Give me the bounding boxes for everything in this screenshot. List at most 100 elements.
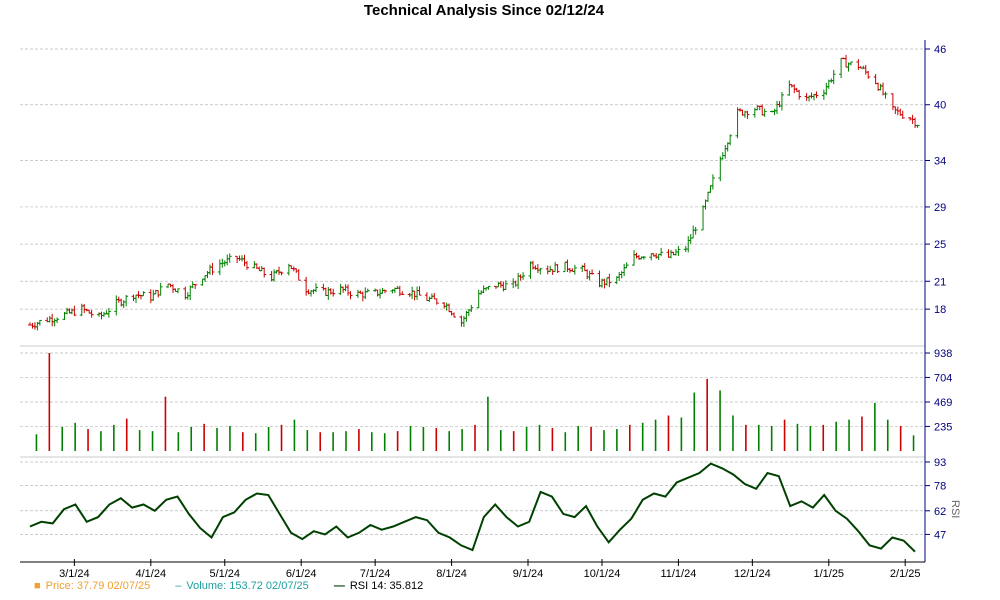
price-bar-95 [355,289,360,298]
price-bar-114 [417,286,422,296]
price-bar-227 [809,92,814,99]
price-bar-139 [503,280,508,290]
price-bar-90 [338,283,343,295]
price-bar-53 [207,264,212,275]
price-bar-47 [188,285,193,301]
price-bar-101 [375,289,380,297]
price-bar-144 [521,272,526,280]
x-tick-label-9: 12/1/24 [734,568,771,580]
price-bar-19 [89,309,94,318]
x-tick-label-3: 6/1/24 [286,568,317,580]
price-bar-183 [656,253,661,260]
price-bar-44 [175,288,180,294]
legend-volume-swatch: – [175,580,182,592]
price-bar-32 [136,291,141,299]
price-bar-155 [562,261,567,273]
price-bar-199 [710,174,715,190]
price-bar-16 [82,304,87,313]
price-bar-99 [365,288,370,293]
x-tick-label-0: 3/1/24 [59,568,90,580]
price-bar-235 [839,57,844,79]
price-bar-55 [217,259,222,276]
price-tick-label-6: 46 [934,44,946,56]
price-bar-25 [114,295,119,316]
price-bar-247 [878,83,883,91]
price-bar-258 [915,124,920,128]
price-bar-122 [447,303,452,313]
price-bar-98 [363,287,368,300]
price-bar-20 [97,312,102,317]
x-tick-label-11: 2/1/25 [890,568,921,580]
price-bar-209 [745,110,750,119]
price-bar-63 [242,254,247,267]
price-bar-112 [412,290,417,301]
volume-tick-label-1: 469 [934,397,952,409]
price-bar-213 [760,104,765,116]
price-bar-9 [55,317,60,324]
rsi-axis-label: RSI [949,500,961,518]
price-bar-39 [158,282,163,296]
price-tick-label-3: 29 [934,202,946,214]
volume-tick-label-2: 704 [934,372,952,384]
price-bar-59 [227,253,232,263]
price-bar-138 [501,281,506,292]
price-tick-label-2: 25 [934,239,946,251]
price-bar-109 [400,291,405,295]
price-bar-194 [693,226,698,235]
price-bar-198 [708,185,713,193]
price-bar-136 [496,281,501,288]
price-bar-126 [461,315,466,328]
price-bar-240 [856,59,861,71]
price-bar-8 [52,318,57,327]
price-bar-154 [555,264,560,273]
price-bar-164 [590,269,595,275]
price-bar-62 [240,255,245,262]
price-bar-193 [691,225,696,239]
legend-rsi-text: RSI 14: 35.812 [349,580,424,592]
price-bar-216 [772,108,777,116]
price-bar-179 [641,255,646,260]
price-bar-195 [701,205,706,231]
rsi-panel [29,462,916,553]
volume-tick-label-3: 938 [934,348,952,360]
price-bar-104 [383,289,388,294]
price-bar-108 [397,285,402,297]
price-tick-label-0: 18 [934,304,946,316]
price-bar-36 [151,289,156,302]
price-bar-35 [148,289,153,304]
price-bar-93 [346,284,351,296]
x-tick-label-10: 1/1/25 [813,568,844,580]
price-bar-249 [883,91,888,99]
price-bar-254 [900,110,905,119]
price-bar-11 [64,307,69,315]
x-tick-label-6: 9/1/24 [513,568,544,580]
x-tick-label-1: 4/1/24 [136,568,167,580]
price-bar-50 [200,278,205,286]
price-bar-60 [235,255,240,264]
price-bar-137 [498,281,503,288]
price-bar-81 [306,289,311,295]
price-bar-86 [323,287,328,297]
price-bar-88 [328,288,333,295]
price-bar-171 [617,271,622,282]
price-bar-14 [72,305,77,317]
price-bar-71 [272,269,277,282]
price-bar-29 [124,295,129,307]
price-bar-202 [723,144,728,159]
price-bar-192 [688,233,693,244]
price-bar-134 [486,285,491,290]
price-bar-58 [225,254,230,266]
price-bar-123 [449,310,454,316]
price-bar-169 [607,273,612,288]
price-bar-57 [222,260,227,267]
legend-rsi: — RSI 14: 35.812 [334,580,423,592]
price-bar-67 [257,266,262,272]
price-bar-30 [131,294,136,302]
x-tick-label-7: 10/1/24 [584,568,621,580]
price-bar-115 [424,292,429,302]
price-bar-242 [861,65,866,70]
price-bar-132 [481,285,486,294]
price-bar-130 [476,289,481,309]
x-tick-label-8: 11/1/24 [660,568,696,580]
legend-price-swatch: ■ [34,580,41,592]
